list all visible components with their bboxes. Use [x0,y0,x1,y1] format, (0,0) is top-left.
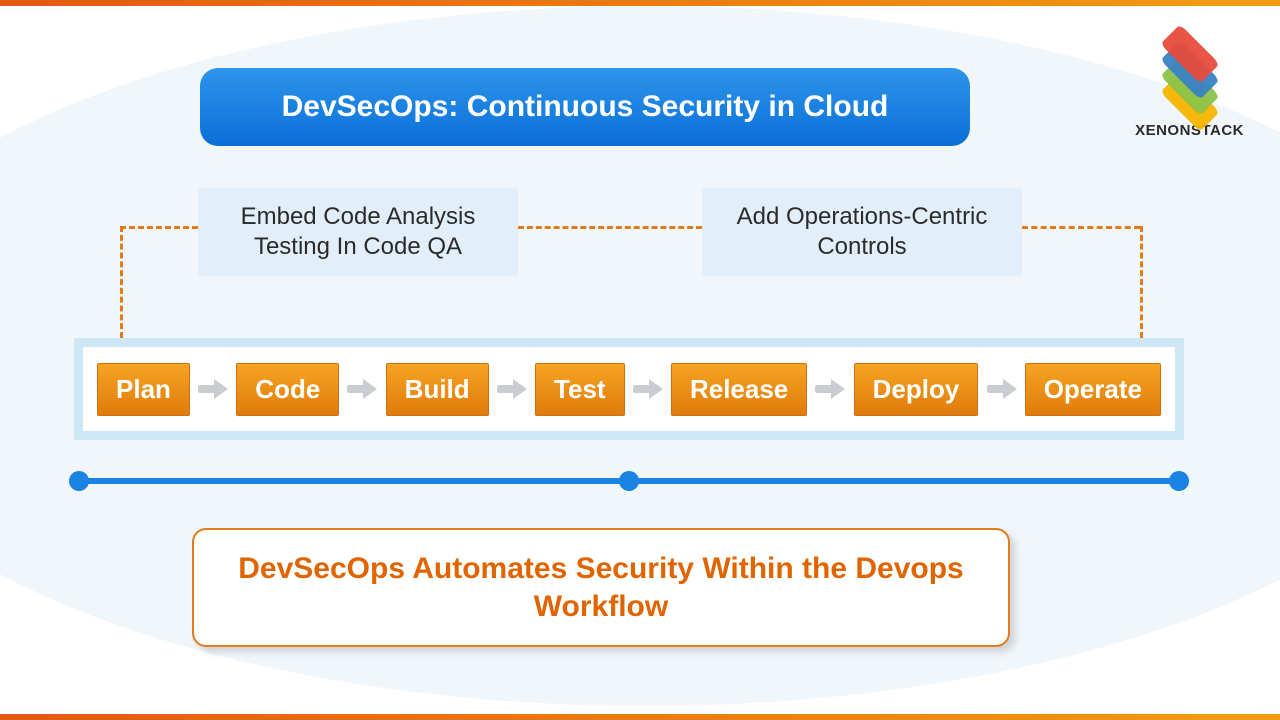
summary-banner: DevSecOps Automates Security Within the … [192,528,1010,647]
stage-plan: Plan [97,363,190,416]
dash-connector [120,226,123,338]
workflow-container: Plan Code Build Test Release Deploy Oper… [74,338,1184,440]
arrow-right-icon [813,378,847,400]
timeline-midpoint-dot [619,471,639,491]
callout-ops-controls: Add Operations-Centric Controls [702,188,1022,276]
arrow-right-icon [495,378,529,400]
arrow-right-icon [345,378,379,400]
timeline-bar [76,478,1182,484]
stage-build: Build [386,363,489,416]
stage-operate: Operate [1025,363,1161,416]
dash-connector [120,226,198,229]
bottom-border-bar [0,714,1280,720]
dash-connector [518,226,702,229]
stage-code: Code [236,363,339,416]
dash-connector [1140,226,1143,338]
stack-layers-icon [1140,26,1240,114]
arrow-right-icon [196,378,230,400]
callout-code-analysis: Embed Code Analysis Testing In Code QA [198,188,518,276]
brand-name: XENONSTACK [1135,122,1244,139]
stage-release: Release [671,363,807,416]
stage-deploy: Deploy [854,363,979,416]
page-title: DevSecOps: Continuous Security in Cloud [200,68,970,146]
arrow-right-icon [631,378,665,400]
arrow-right-icon [985,378,1019,400]
stage-test: Test [535,363,625,416]
brand-logo: XENONSTACK [1135,26,1244,139]
dash-connector [1022,226,1140,229]
